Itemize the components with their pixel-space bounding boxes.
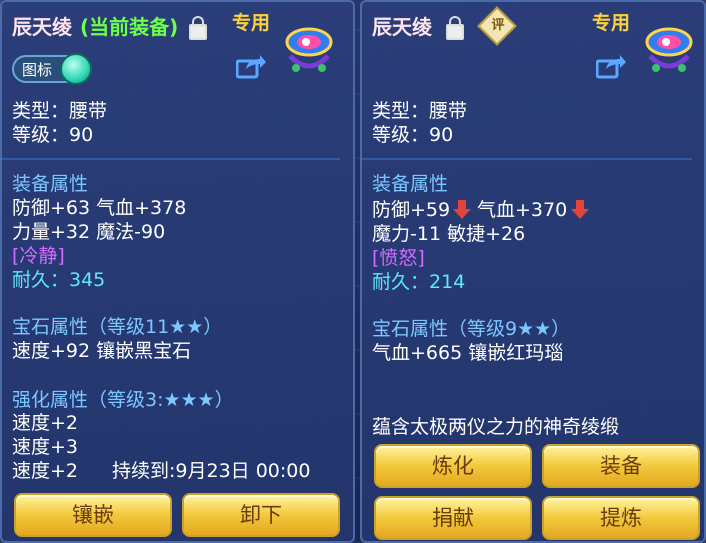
extract-button[interactable]: 提炼 bbox=[542, 496, 700, 540]
equip-attr-header: 装备属性 bbox=[12, 173, 89, 195]
equip-attr-header: 装备属性 bbox=[372, 173, 449, 195]
exclusive-tag: 专用 bbox=[232, 12, 271, 34]
enhance-attr-header: 强化属性（等级3:★★★） bbox=[12, 389, 234, 411]
share-icon[interactable] bbox=[596, 55, 626, 79]
attr-hp: 气血+370 bbox=[477, 199, 568, 221]
unequip-button[interactable]: 卸下 bbox=[182, 493, 340, 537]
enhance-line: 速度+2 bbox=[12, 460, 79, 482]
special-effect: [冷静] bbox=[12, 245, 65, 267]
durability: 耐久：345 bbox=[12, 269, 106, 291]
icon-toggle[interactable]: 图标 bbox=[12, 53, 92, 85]
level-line: 等级：90 bbox=[12, 124, 94, 146]
equipped-status: (当前装备) bbox=[80, 15, 179, 39]
item-name: 辰天绫 bbox=[12, 15, 72, 39]
enhance-line: 速度+2 bbox=[12, 412, 79, 434]
level-line: 等级：90 bbox=[372, 124, 454, 146]
gem-attr-header: 宝石属性（等级11★★） bbox=[12, 316, 223, 338]
special-effect: [愤怒] bbox=[372, 247, 425, 269]
enhance-line: 速度+3 bbox=[12, 436, 79, 458]
share-icon[interactable] bbox=[236, 55, 266, 79]
emblem-icon bbox=[285, 27, 333, 72]
attr-line: 力量+32 魔法-90 bbox=[12, 221, 166, 243]
lock-icon[interactable] bbox=[446, 16, 464, 40]
exclusive-tag: 专用 bbox=[592, 12, 631, 34]
gem-line: 速度+92 镶嵌黑宝石 bbox=[12, 340, 192, 362]
attr-line: 魔力-11 敏捷+26 bbox=[372, 223, 526, 245]
gem-line: 气血+665 镶嵌红玛瑙 bbox=[372, 342, 564, 364]
equip-button[interactable]: 装备 bbox=[542, 444, 700, 488]
emblem-icon bbox=[645, 27, 693, 72]
toggle-knob-icon bbox=[60, 53, 92, 85]
item-description: 蕴含太极两仪之力的神奇绫缎 bbox=[372, 416, 620, 438]
divider bbox=[362, 158, 692, 160]
attr-line: 防御+63 气血+378 bbox=[12, 197, 187, 219]
lock-icon[interactable] bbox=[189, 16, 207, 40]
inlay-button[interactable]: 镶嵌 bbox=[14, 493, 172, 537]
enhance-duration: 持续到:9月23日 00:00 bbox=[112, 460, 311, 482]
attr-defense: 防御+59 bbox=[372, 199, 451, 221]
toggle-label: 图标 bbox=[22, 61, 53, 79]
item-name: 辰天绫 bbox=[372, 15, 432, 39]
donate-button[interactable]: 捐献 bbox=[374, 496, 532, 540]
divider bbox=[0, 158, 340, 160]
type-line: 类型：腰带 bbox=[372, 100, 468, 122]
durability: 耐久：214 bbox=[372, 271, 466, 293]
type-line: 类型：腰带 bbox=[12, 100, 108, 122]
gem-attr-header: 宝石属性（等级9★★） bbox=[372, 318, 571, 340]
refine-button[interactable]: 炼化 bbox=[374, 444, 532, 488]
rating-badge-label: 评 bbox=[491, 18, 505, 33]
